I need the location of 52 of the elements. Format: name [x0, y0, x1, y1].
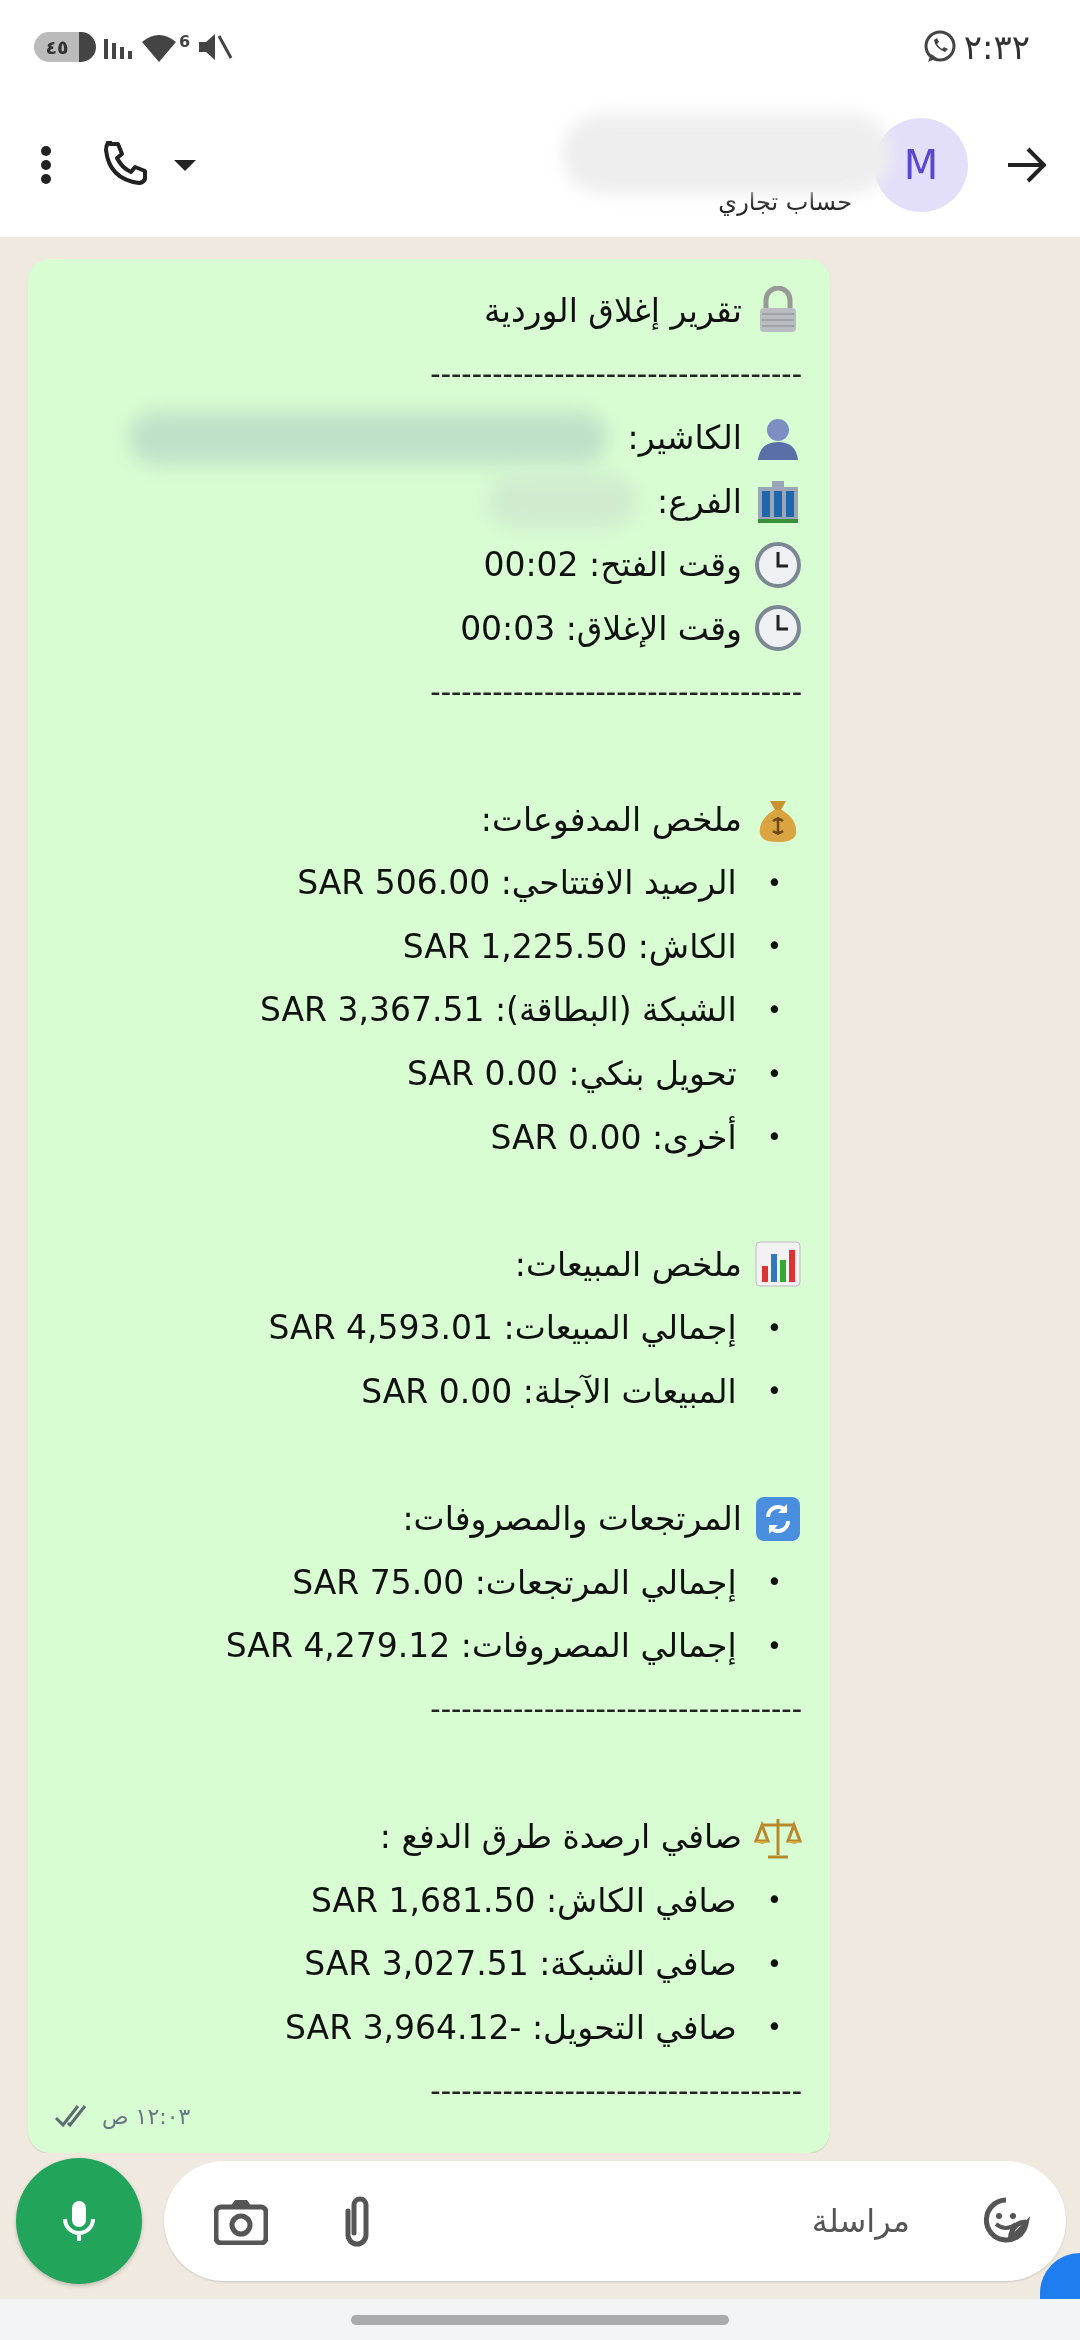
field-label: الكاشير: [627, 418, 742, 458]
bullet: • [766, 1376, 782, 1407]
bullet: • [766, 1058, 782, 1089]
network-type: 6 [179, 31, 191, 51]
field-label: وقت الفتح: 00:02 [483, 545, 742, 585]
clock-icon [754, 540, 802, 589]
summary-line: صافي الشبكة: 3,027.51 SAR [304, 1944, 737, 1984]
caret-icon [174, 159, 196, 171]
message-time: ١٢:٠٣ ص [102, 2103, 191, 2129]
battery-indicator: ٤٥ [34, 31, 96, 62]
summary-line: إجمالي المبيعات: 4,593.01 SAR [268, 1308, 737, 1348]
summary-line: الكاش: 1,225.50 SAR [402, 926, 737, 966]
chat-bubble-badge[interactable] [1040, 2253, 1080, 2300]
section-heading: ملخص المدفوعات: [480, 799, 742, 839]
microphone-icon [60, 2198, 98, 2243]
clock-time: ٢:٣٢ [963, 26, 1030, 67]
dashed-separator: ------------------------------------ [430, 672, 802, 711]
summary-line: أخرى: 0.00 SAR [490, 1117, 737, 1157]
field-label: الفرع: [657, 481, 742, 521]
summary-line: الرصيد الافتتاحي: 506.00 SAR [297, 863, 737, 903]
bullet: • [766, 1630, 782, 1661]
mute-icon [196, 31, 235, 62]
summary-line: صافي الكاش: 1,681.50 SAR [310, 1880, 737, 1920]
refresh-arrows-icon [754, 1494, 802, 1543]
summary-line: تحويل بنكي: 0.00 SAR [406, 1054, 737, 1093]
bullet: • [766, 1312, 782, 1343]
summary-line: إجمالي المصروفات: 4,279.12 SAR [225, 1626, 737, 1666]
bullet: • [766, 867, 782, 898]
section-heading: المرتجعات والمصروفات: [402, 1499, 742, 1539]
summary-line: المبيعات الآجلة: 0.00 SAR [361, 1372, 737, 1411]
report-title: تقرير إغلاق الوردية [484, 290, 742, 330]
bullet: • [766, 1567, 782, 1598]
bullet: • [766, 1948, 782, 1979]
bullet: • [766, 931, 782, 962]
clock-icon [754, 604, 802, 653]
contact-subtitle: حساب تجاري [718, 188, 852, 217]
dashed-separator: ------------------------------------ [430, 2072, 802, 2110]
dashed-separator: ------------------------------------ [430, 355, 802, 393]
bullet: • [766, 994, 782, 1025]
bullet: • [766, 1122, 782, 1153]
dashed-separator: ------------------------------------ [430, 1690, 802, 1729]
field-label: وقت الإغلاق: 00:03 [460, 608, 742, 648]
bar-chart-icon [754, 1240, 802, 1289]
summary-line: الشبكة (البطاقة): 3,367.51 SAR [259, 990, 737, 1030]
message-field[interactable]: مراسلة [444, 2200, 912, 2241]
summary-line: صافي التحويل: -3,964.12 SAR [285, 2007, 737, 2047]
bullet: • [766, 2012, 782, 2043]
bullet: • [766, 1885, 782, 1916]
section-heading: صافي ارصدة طرق الدفع : [379, 1817, 742, 1857]
summary-line: إجمالي المرتجعات: 75.00 SAR [292, 1562, 737, 1602]
section-heading: ملخص المبيعات: [514, 1244, 742, 1284]
menu-icon[interactable] [40, 146, 52, 185]
